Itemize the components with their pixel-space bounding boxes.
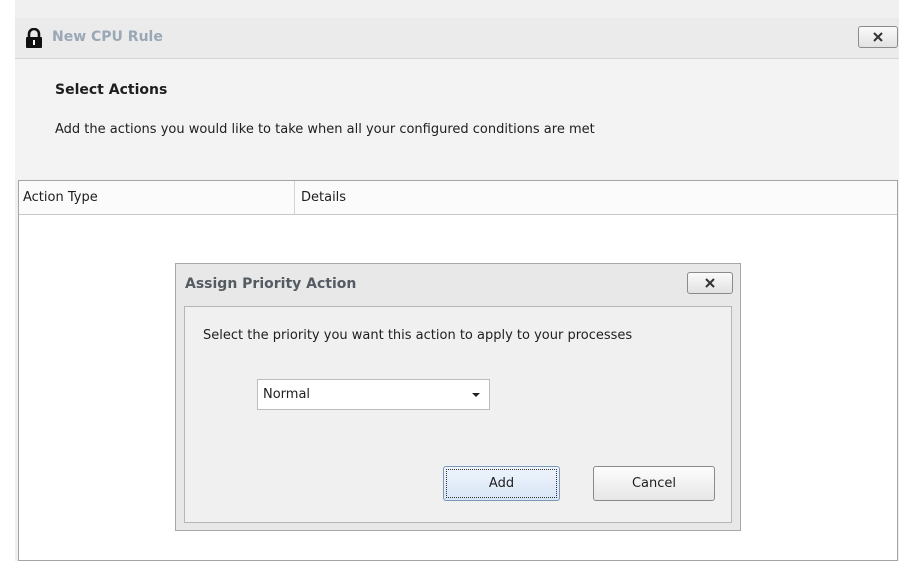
add-button[interactable]: Add (443, 466, 560, 501)
column-header-details[interactable]: Details (295, 181, 897, 214)
window-titlebar: New CPU Rule (15, 18, 899, 59)
cancel-button[interactable]: Cancel (593, 466, 715, 501)
priority-select-value: Normal (263, 387, 311, 402)
column-header-action-type[interactable]: Action Type (19, 181, 295, 214)
assign-priority-dialog: Assign Priority Action Select the priori… (175, 263, 741, 531)
page-title: Select Actions (55, 82, 168, 98)
dialog-titlebar: Assign Priority Action (176, 264, 740, 304)
window-close-button[interactable] (858, 26, 898, 48)
window-title: New CPU Rule (52, 29, 163, 45)
grid-header: Action Type Details (19, 181, 897, 215)
dialog-title: Assign Priority Action (185, 276, 357, 292)
dialog-close-button[interactable] (687, 272, 733, 294)
dialog-body: Select the priority you want this action… (184, 306, 732, 523)
dropdown-arrow-icon (472, 393, 480, 397)
wizard-header: Select Actions Add the actions you would… (15, 59, 899, 179)
priority-select[interactable]: Normal (257, 379, 490, 410)
cancel-button-label: Cancel (631, 476, 677, 491)
dialog-prompt: Select the priority you want this action… (203, 328, 633, 343)
focus-rectangle (446, 469, 557, 498)
lock-icon (26, 28, 42, 48)
close-x-icon (873, 32, 883, 42)
page-description: Add the actions you would like to take w… (55, 122, 595, 137)
close-x-icon (705, 278, 715, 288)
